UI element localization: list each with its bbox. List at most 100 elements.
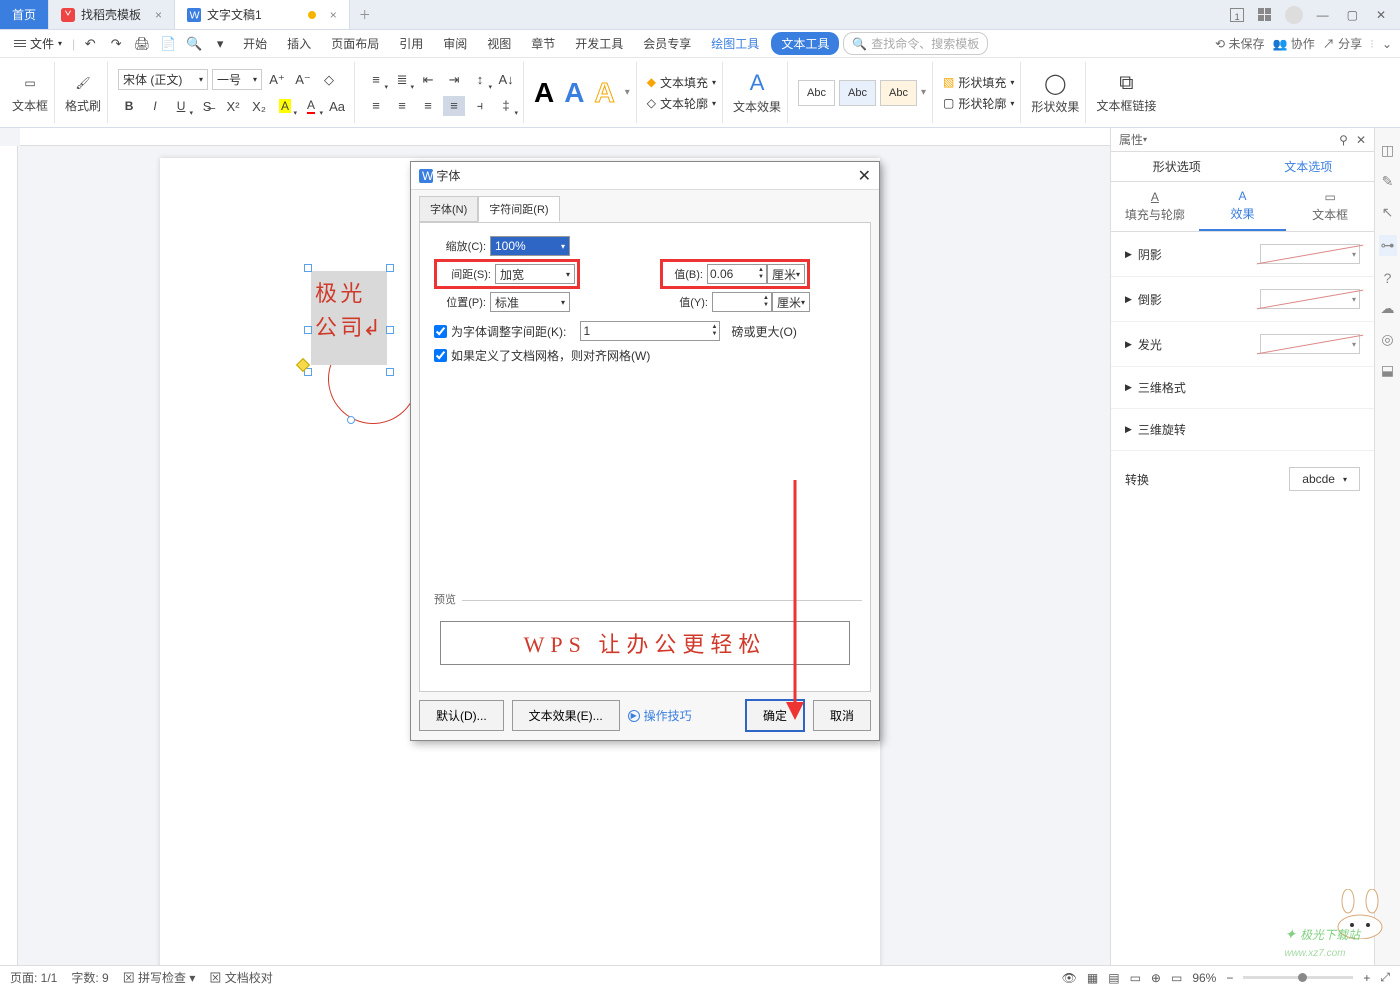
strike-button[interactable]: S̶ (196, 96, 218, 116)
zoom-slider[interactable] (1243, 976, 1353, 979)
zoom-value[interactable]: 96% (1192, 971, 1216, 985)
undo-icon[interactable]: ↶ (79, 34, 101, 54)
shape-outline-button[interactable]: ▢形状轮廓▾ (943, 95, 1014, 112)
fit-icon[interactable]: ⤢ (1380, 970, 1390, 985)
view-outline-icon[interactable]: ▭ (1130, 971, 1141, 985)
effect-shadow[interactable]: ▶阴影▾ (1111, 232, 1374, 277)
grid-align-checkbox[interactable] (434, 349, 447, 362)
textbox-link-button[interactable]: ⧉文本框链接 (1096, 72, 1156, 114)
italic-button[interactable]: I (144, 96, 166, 116)
text-style-a3[interactable]: A (595, 77, 615, 109)
tool-pencil-icon[interactable]: ✎ (1382, 173, 1394, 190)
superscript-button[interactable]: X² (222, 96, 244, 116)
more-icon[interactable]: ▾ (209, 34, 231, 54)
selected-textbox[interactable]: 极 光 公 司↲ (308, 268, 390, 388)
spacing-combo[interactable]: 加宽▾ (495, 264, 575, 284)
tab-home[interactable]: 首页 (0, 0, 49, 29)
proofing-toggle[interactable]: ⊠ 文档校对 (209, 969, 272, 986)
line-spacing-icon[interactable]: ‡▾ (495, 96, 517, 116)
text-dir-icon[interactable]: ↕▾ (469, 70, 491, 90)
print-icon[interactable]: 📄 (157, 34, 179, 54)
user-avatar[interactable] (1285, 6, 1303, 24)
text-fill-button[interactable]: ◆文本填充▾ (647, 74, 716, 91)
decrease-font-icon[interactable]: A⁻ (292, 70, 314, 90)
minimize-button[interactable]: — (1313, 6, 1333, 24)
redo-icon[interactable]: ↷ (105, 34, 127, 54)
text-effects-button[interactable]: A文本效果 (733, 70, 781, 115)
eye-icon[interactable]: 👁 (1062, 971, 1077, 985)
scale-combo[interactable]: 100%▾ (490, 236, 570, 256)
tab-templates[interactable]: 找稻壳模板 × (49, 0, 175, 29)
tool-dock-icon[interactable]: ⬓ (1381, 362, 1394, 379)
menu-section[interactable]: 章节 (523, 31, 563, 56)
distribute-icon[interactable]: ⫞ (469, 96, 491, 116)
menu-layout[interactable]: 页面布局 (323, 31, 387, 56)
sort-icon[interactable]: A↓ (495, 70, 517, 90)
cancel-button[interactable]: 取消 (813, 700, 871, 731)
subtab-textbox[interactable]: ▭文本框 (1286, 182, 1374, 231)
clear-format-icon[interactable]: ◇ (318, 70, 340, 90)
transform-preset[interactable]: abcde▾ (1289, 467, 1360, 491)
tool-cursor-icon[interactable]: ↖ (1382, 204, 1394, 221)
close-icon[interactable]: × (330, 8, 337, 22)
shape-style-2[interactable]: Abc (839, 80, 876, 106)
menu-review[interactable]: 审阅 (435, 31, 475, 56)
shape-style-3[interactable]: Abc (880, 80, 917, 106)
tool-target-icon[interactable]: ◎ (1381, 331, 1393, 348)
text-outline-button[interactable]: ◇文本轮廓▾ (647, 95, 716, 112)
menu-draw-tools[interactable]: 绘图工具 (703, 31, 767, 56)
share-button[interactable]: ↗ 分享 (1323, 35, 1362, 52)
spellcheck-toggle[interactable]: ⊠ 拼写检查 ▾ (123, 969, 196, 986)
panel-close-icon[interactable]: ✕ (1356, 133, 1366, 147)
tool-1[interactable]: ◫ (1381, 142, 1394, 159)
menu-member[interactable]: 会员专享 (635, 31, 699, 56)
menu-start[interactable]: 开始 (235, 31, 275, 56)
kerning-value[interactable]: 1▲▼ (580, 321, 720, 341)
file-menu[interactable]: 文件▾ (8, 33, 68, 54)
grid-icon[interactable] (1254, 6, 1275, 23)
shape-fill-button[interactable]: ▧形状填充▾ (943, 74, 1014, 91)
menu-view[interactable]: 视图 (479, 31, 519, 56)
effect-3d-format[interactable]: ▶三维格式 (1111, 367, 1374, 409)
bullets-icon[interactable]: ≡▾ (365, 70, 387, 90)
text-style-a1[interactable]: A (534, 77, 554, 109)
save-icon[interactable]: 🖨 (131, 34, 153, 54)
textbox-button[interactable]: ▭文本框 (12, 71, 48, 114)
align-left-icon[interactable]: ≡ (365, 96, 387, 116)
indent-icon[interactable]: ⇥ (443, 70, 465, 90)
pen-icon[interactable]: ▭ (1171, 971, 1182, 985)
window-count[interactable]: 1 (1230, 8, 1244, 22)
zoom-in[interactable]: + (1363, 971, 1370, 985)
font-family-select[interactable]: 宋体 (正文)▾ (118, 69, 208, 90)
vertical-ruler[interactable] (0, 146, 18, 965)
subscript-button[interactable]: X₂ (248, 96, 270, 116)
close-window-button[interactable]: ✕ (1372, 6, 1390, 24)
default-button[interactable]: 默认(D)... (419, 700, 504, 731)
value-y-input[interactable]: ▲▼ (712, 292, 772, 312)
format-painter[interactable]: 🖌格式刷 (65, 71, 101, 114)
shape-style-1[interactable]: Abc (798, 80, 835, 106)
underline-button[interactable]: U▾ (170, 96, 192, 116)
style-more[interactable]: ▾ (625, 87, 630, 98)
align-justify-icon[interactable]: ≡ (443, 96, 465, 116)
new-tab-button[interactable]: ＋ (350, 0, 380, 29)
shape-effects-button[interactable]: ◯形状效果 (1031, 71, 1079, 115)
tab-shape-options[interactable]: 形状选项 (1111, 152, 1243, 181)
font-size-select[interactable]: 一号▾ (212, 69, 262, 90)
dialog-close-button[interactable]: ✕ (858, 166, 871, 186)
numbering-icon[interactable]: ≣▾ (391, 70, 413, 90)
view-web-icon[interactable]: ▤ (1108, 971, 1119, 985)
menu-references[interactable]: 引用 (391, 31, 431, 56)
increase-font-icon[interactable]: A⁺ (266, 70, 288, 90)
menu-text-tools[interactable]: 文本工具 (771, 32, 839, 55)
text-style-a2[interactable]: A (564, 77, 584, 109)
text-effects-button[interactable]: 文本效果(E)... (512, 700, 620, 731)
maximize-button[interactable]: ▢ (1343, 6, 1362, 24)
bold-button[interactable]: B (118, 96, 140, 116)
view-page-icon[interactable]: ▦ (1087, 971, 1098, 985)
value-b-unit[interactable]: 厘米▾ (767, 264, 805, 284)
word-count[interactable]: 字数: 9 (71, 969, 108, 986)
tool-settings-icon[interactable]: ⊶ (1379, 235, 1397, 256)
effect-reflection[interactable]: ▶倒影▾ (1111, 277, 1374, 322)
value-b-input[interactable]: 0.06▲▼ (707, 264, 767, 284)
